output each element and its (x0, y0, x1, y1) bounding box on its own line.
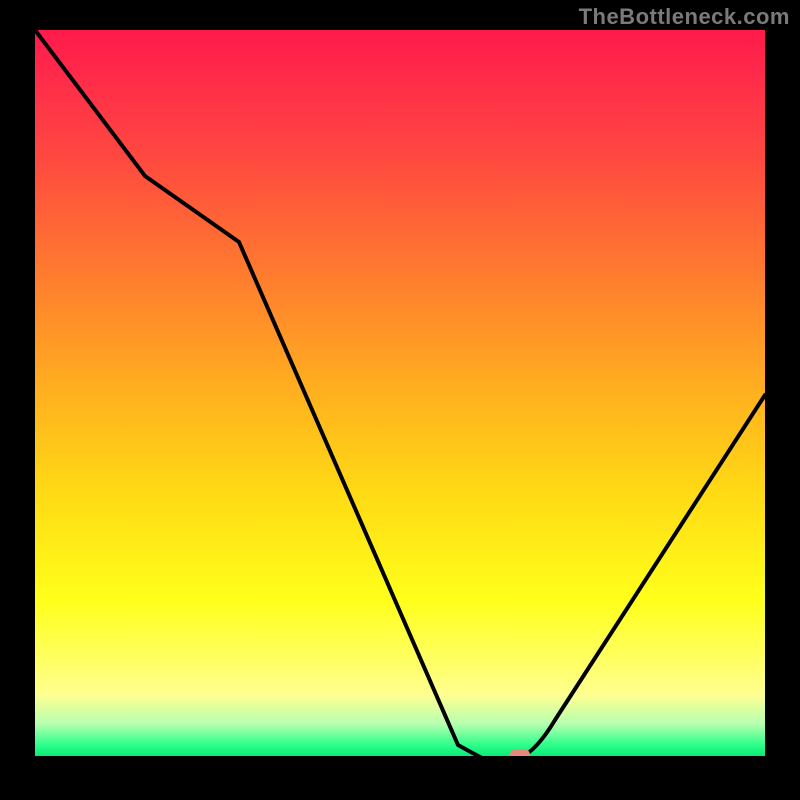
plot-area (35, 30, 765, 760)
watermark-text: TheBottleneck.com (579, 4, 790, 30)
x-axis-baseline (35, 756, 765, 760)
curve-layer (35, 30, 765, 760)
chart-frame: TheBottleneck.com (0, 0, 800, 800)
bottleneck-curve-path (35, 30, 765, 760)
